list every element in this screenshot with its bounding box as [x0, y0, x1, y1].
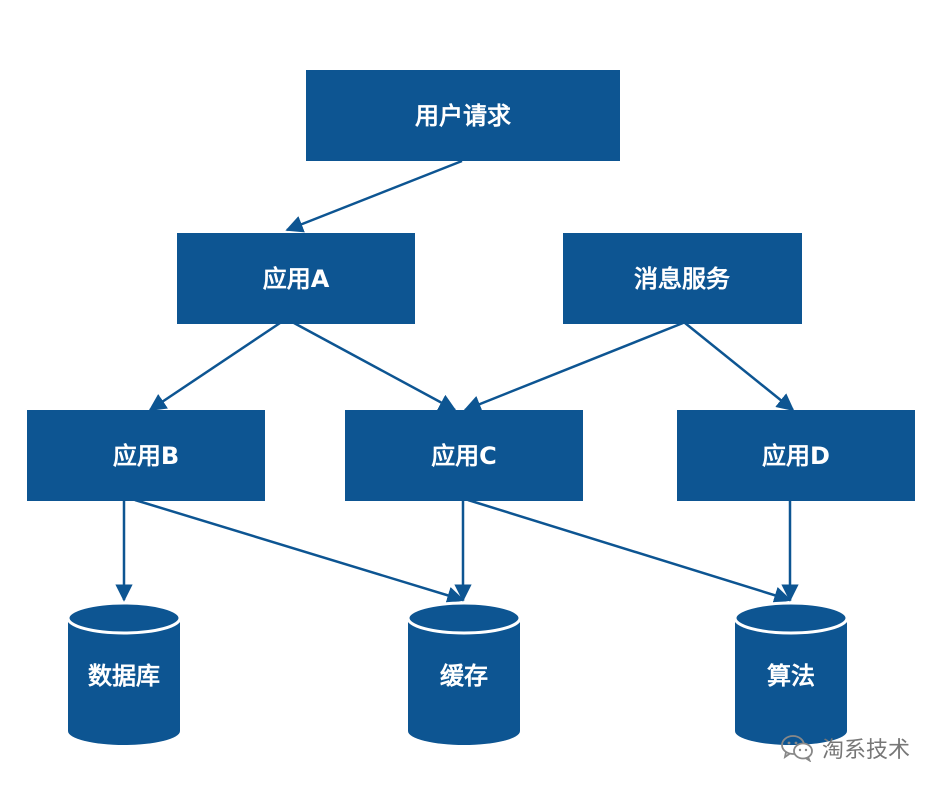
store-database: 数据库	[66, 601, 182, 745]
store-label: 数据库	[88, 662, 160, 690]
wechat-icon	[781, 735, 813, 762]
node-label: 消息服务	[634, 265, 731, 293]
store-label: 算法	[767, 662, 815, 690]
edge-app-a-to-app-c	[293, 321, 457, 412]
edge-user-request-to-app-a	[285, 159, 463, 233]
node-app-b: 应用B	[27, 410, 265, 501]
architecture-diagram: 用户请求 应用A 消息服务 应用B 应用C 应用D 数据库 缓存 算法	[27, 70, 915, 745]
node-app-a: 应用A	[177, 233, 415, 324]
node-user-request: 用户请求	[306, 70, 620, 161]
edge-app-b-to-cache	[134, 498, 465, 604]
edge-app-a-to-app-b	[148, 321, 281, 412]
edge-message-service-to-app-d	[684, 322, 795, 412]
watermark: 淘系技术	[780, 732, 910, 764]
node-label: 用户请求	[415, 102, 511, 130]
node-label: 应用A	[263, 265, 330, 293]
edges	[115, 159, 799, 604]
store-algorithm: 算法	[733, 601, 849, 745]
node-label: 应用D	[762, 442, 830, 470]
store-label: 缓存	[440, 662, 488, 690]
node-app-d: 应用D	[677, 410, 915, 501]
node-label: 应用C	[431, 442, 497, 470]
watermark-text: 淘系技术	[822, 738, 911, 763]
node-message-service: 消息服务	[563, 233, 802, 324]
edge-message-service-to-app-c	[463, 321, 684, 413]
node-label: 应用B	[113, 442, 179, 470]
store-cache: 缓存	[406, 601, 522, 745]
node-app-c: 应用C	[345, 410, 583, 501]
edge-app-c-to-algorithm	[467, 498, 792, 604]
